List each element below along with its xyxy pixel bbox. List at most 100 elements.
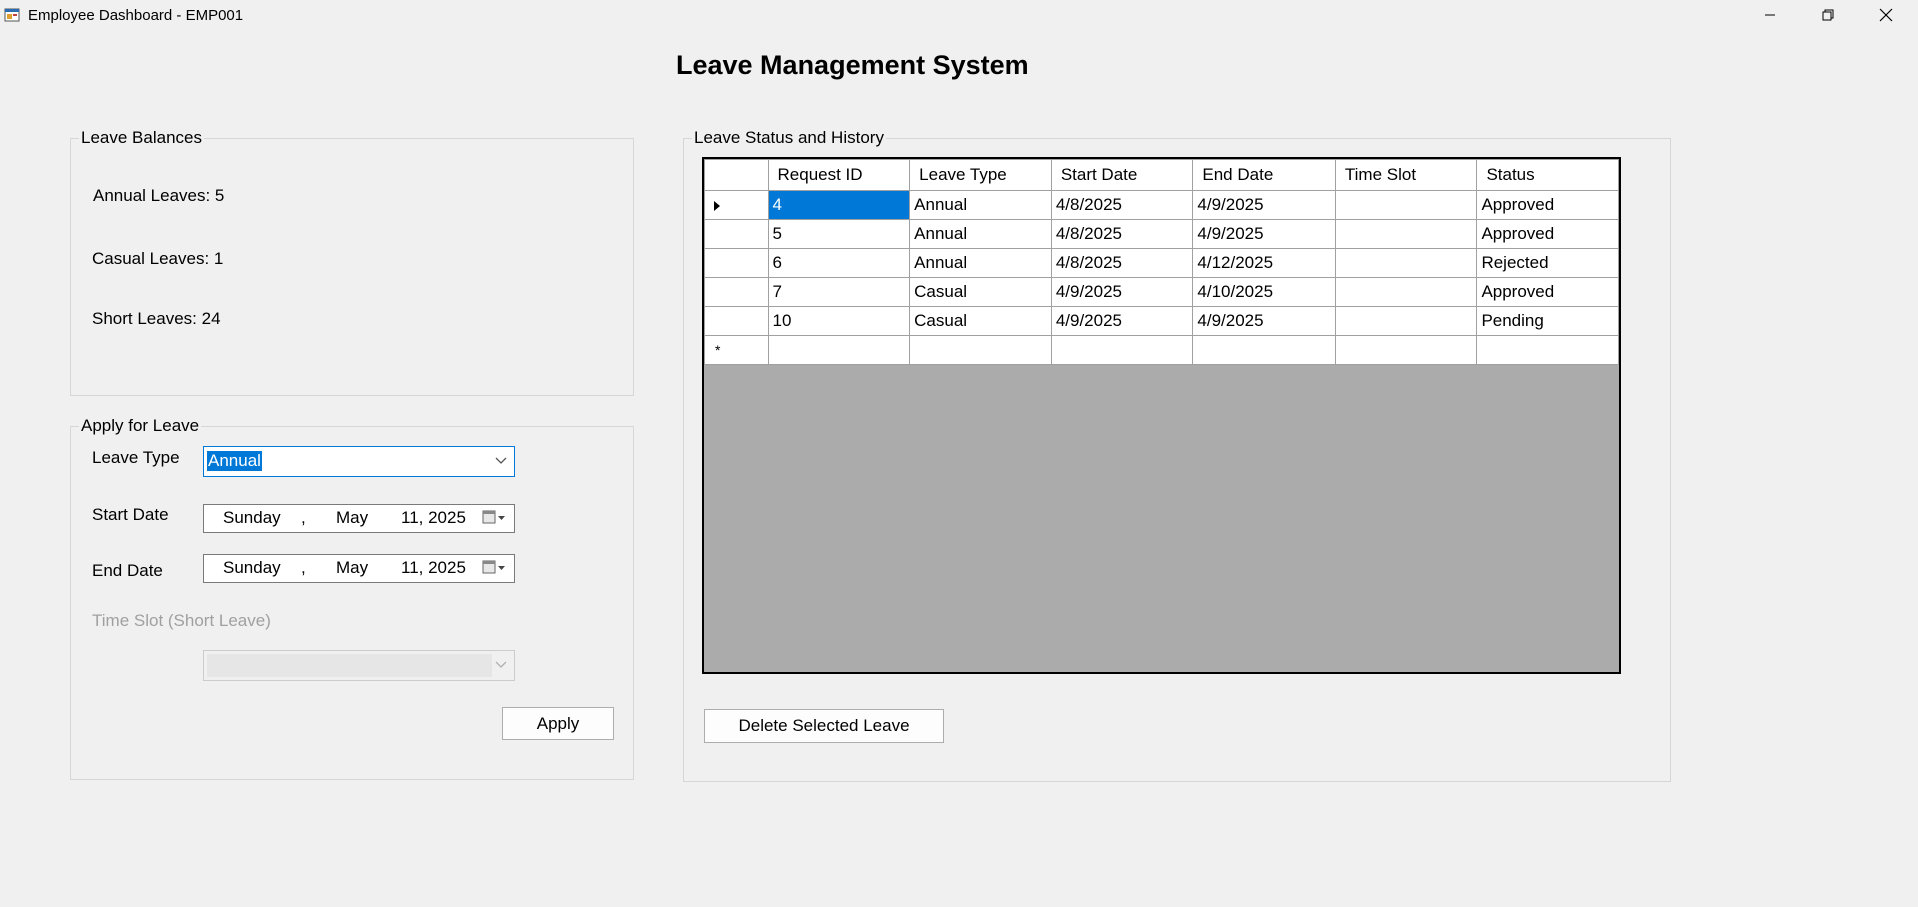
start-date-weekday: Sunday	[223, 508, 281, 527]
new-cell[interactable]	[1192, 335, 1336, 365]
cell-time-slot[interactable]	[1334, 190, 1478, 220]
table-row[interactable]: 7 Casual 4/9/2025 4/10/2025 Approved	[704, 277, 1619, 307]
column-header-time-slot[interactable]: Time Slot	[1334, 159, 1478, 191]
time-slot-value	[207, 654, 492, 677]
cell-start-date[interactable]: 4/8/2025	[1050, 190, 1194, 220]
column-header-end-date[interactable]: End Date	[1192, 159, 1336, 191]
grid-corner-header[interactable]	[704, 159, 769, 191]
app-form-icon	[4, 8, 20, 22]
new-cell[interactable]	[1334, 335, 1478, 365]
leave-history-grid[interactable]: Request ID Leave Type Start Date End Dat…	[702, 157, 1621, 674]
new-row-marker: *	[715, 342, 721, 358]
column-header-leave-type[interactable]: Leave Type	[909, 159, 1052, 191]
leave-balances-legend: Leave Balances	[79, 128, 204, 148]
start-date-month: May	[336, 508, 369, 527]
end-date-day-year: 11, 2025	[401, 558, 466, 577]
cell-request-id[interactable]: 6	[767, 248, 911, 278]
leave-history-table: Request ID Leave Type Start Date End Dat…	[704, 159, 1619, 365]
title-bar: Employee Dashboard - EMP001	[0, 0, 1918, 30]
end-date-weekday: Sunday	[223, 558, 281, 577]
end-date-separator: ,	[301, 558, 306, 577]
new-row[interactable]: *	[704, 335, 1619, 365]
leave-history-legend: Leave Status and History	[692, 128, 886, 148]
cell-request-id[interactable]: 7	[767, 277, 911, 307]
cell-request-id[interactable]: 10	[767, 306, 911, 336]
new-cell[interactable]	[1476, 335, 1619, 365]
delete-selected-leave-button[interactable]: Delete Selected Leave	[704, 709, 944, 743]
cell-start-date[interactable]: 4/9/2025	[1050, 277, 1194, 307]
cell-leave-type[interactable]: Annual	[909, 190, 1052, 220]
new-cell[interactable]	[767, 335, 911, 365]
end-date-label: End Date	[92, 561, 163, 580]
start-date-label: Start Date	[92, 505, 169, 524]
grid-header-row: Request ID Leave Type Start Date End Dat…	[704, 159, 1619, 191]
end-date-picker[interactable]: Sunday , May 11, 2025	[203, 554, 515, 583]
start-date-picker[interactable]: Sunday , May 11, 2025	[203, 504, 515, 533]
leave-type-combobox[interactable]: Annual	[203, 446, 515, 477]
chevron-down-icon	[495, 661, 507, 668]
cell-end-date[interactable]: 4/9/2025	[1192, 219, 1336, 249]
chevron-down-icon[interactable]	[494, 453, 508, 467]
table-row[interactable]: 4 Annual 4/8/2025 4/9/2025 Approved	[704, 190, 1619, 220]
window-title: Employee Dashboard - EMP001	[28, 7, 244, 24]
end-date-month: May	[336, 558, 369, 577]
column-header-request-id[interactable]: Request ID	[767, 159, 911, 191]
table-row[interactable]: 10 Casual 4/9/2025 4/9/2025 Pending	[704, 306, 1619, 336]
row-header-current[interactable]	[704, 190, 769, 220]
calendar-dropdown-icon[interactable]	[482, 559, 510, 577]
cell-status[interactable]: Approved	[1476, 219, 1619, 249]
column-header-start-date[interactable]: Start Date	[1050, 159, 1194, 191]
row-header-new[interactable]: *	[704, 335, 769, 365]
close-button[interactable]	[1857, 0, 1915, 30]
cell-leave-type[interactable]: Casual	[909, 306, 1052, 336]
new-cell[interactable]	[909, 335, 1052, 365]
row-header[interactable]	[704, 219, 769, 249]
table-row[interactable]: 5 Annual 4/8/2025 4/9/2025 Approved	[704, 219, 1619, 249]
cell-status[interactable]: Rejected	[1476, 248, 1619, 278]
row-header[interactable]	[704, 277, 769, 307]
start-date-separator: ,	[301, 508, 306, 527]
apply-button[interactable]: Apply	[502, 707, 614, 740]
cell-end-date[interactable]: 4/9/2025	[1192, 190, 1336, 220]
minimize-icon	[1765, 14, 1775, 16]
cell-time-slot[interactable]	[1334, 248, 1478, 278]
cell-leave-type[interactable]: Casual	[909, 277, 1052, 307]
cell-start-date[interactable]: 4/8/2025	[1050, 219, 1194, 249]
cell-time-slot[interactable]	[1334, 219, 1478, 249]
cell-end-date[interactable]: 4/12/2025	[1192, 248, 1336, 278]
time-slot-label: Time Slot (Short Leave)	[92, 611, 271, 630]
cell-start-date[interactable]: 4/8/2025	[1050, 248, 1194, 278]
column-header-status[interactable]: Status	[1476, 159, 1619, 191]
cell-request-id[interactable]: 5	[767, 219, 911, 249]
restore-icon	[1822, 9, 1834, 21]
annual-leaves-label: Annual Leaves: 5	[93, 186, 225, 205]
start-date-day-year: 11, 2025	[401, 508, 466, 527]
cell-start-date[interactable]: 4/9/2025	[1050, 306, 1194, 336]
row-header[interactable]	[704, 248, 769, 278]
cell-end-date[interactable]: 4/9/2025	[1192, 306, 1336, 336]
cell-time-slot[interactable]	[1334, 306, 1478, 336]
cell-status[interactable]: Approved	[1476, 277, 1619, 307]
cell-status[interactable]: Pending	[1476, 306, 1619, 336]
row-header[interactable]	[704, 306, 769, 336]
minimize-button[interactable]	[1741, 0, 1799, 30]
time-slot-combobox[interactable]	[203, 650, 515, 681]
cell-end-date[interactable]: 4/10/2025	[1192, 277, 1336, 307]
cell-status[interactable]: Approved	[1476, 190, 1619, 220]
restore-button[interactable]	[1799, 0, 1857, 30]
leave-type-value: Annual	[207, 451, 262, 471]
page-title: Leave Management System	[676, 50, 1029, 80]
calendar-dropdown-icon[interactable]	[482, 509, 510, 527]
cell-time-slot[interactable]	[1334, 277, 1478, 307]
short-leaves-label: Short Leaves: 24	[92, 309, 221, 328]
cell-leave-type[interactable]: Annual	[909, 248, 1052, 278]
new-cell[interactable]	[1050, 335, 1194, 365]
table-row[interactable]: 6 Annual 4/8/2025 4/12/2025 Rejected	[704, 248, 1619, 278]
leave-type-label: Leave Type	[92, 448, 180, 467]
close-icon	[1879, 8, 1893, 22]
apply-leave-legend: Apply for Leave	[79, 416, 202, 436]
current-row-icon	[714, 201, 720, 211]
casual-leaves-label: Casual Leaves: 1	[92, 249, 224, 268]
cell-request-id[interactable]: 4	[767, 190, 911, 220]
cell-leave-type[interactable]: Annual	[909, 219, 1052, 249]
